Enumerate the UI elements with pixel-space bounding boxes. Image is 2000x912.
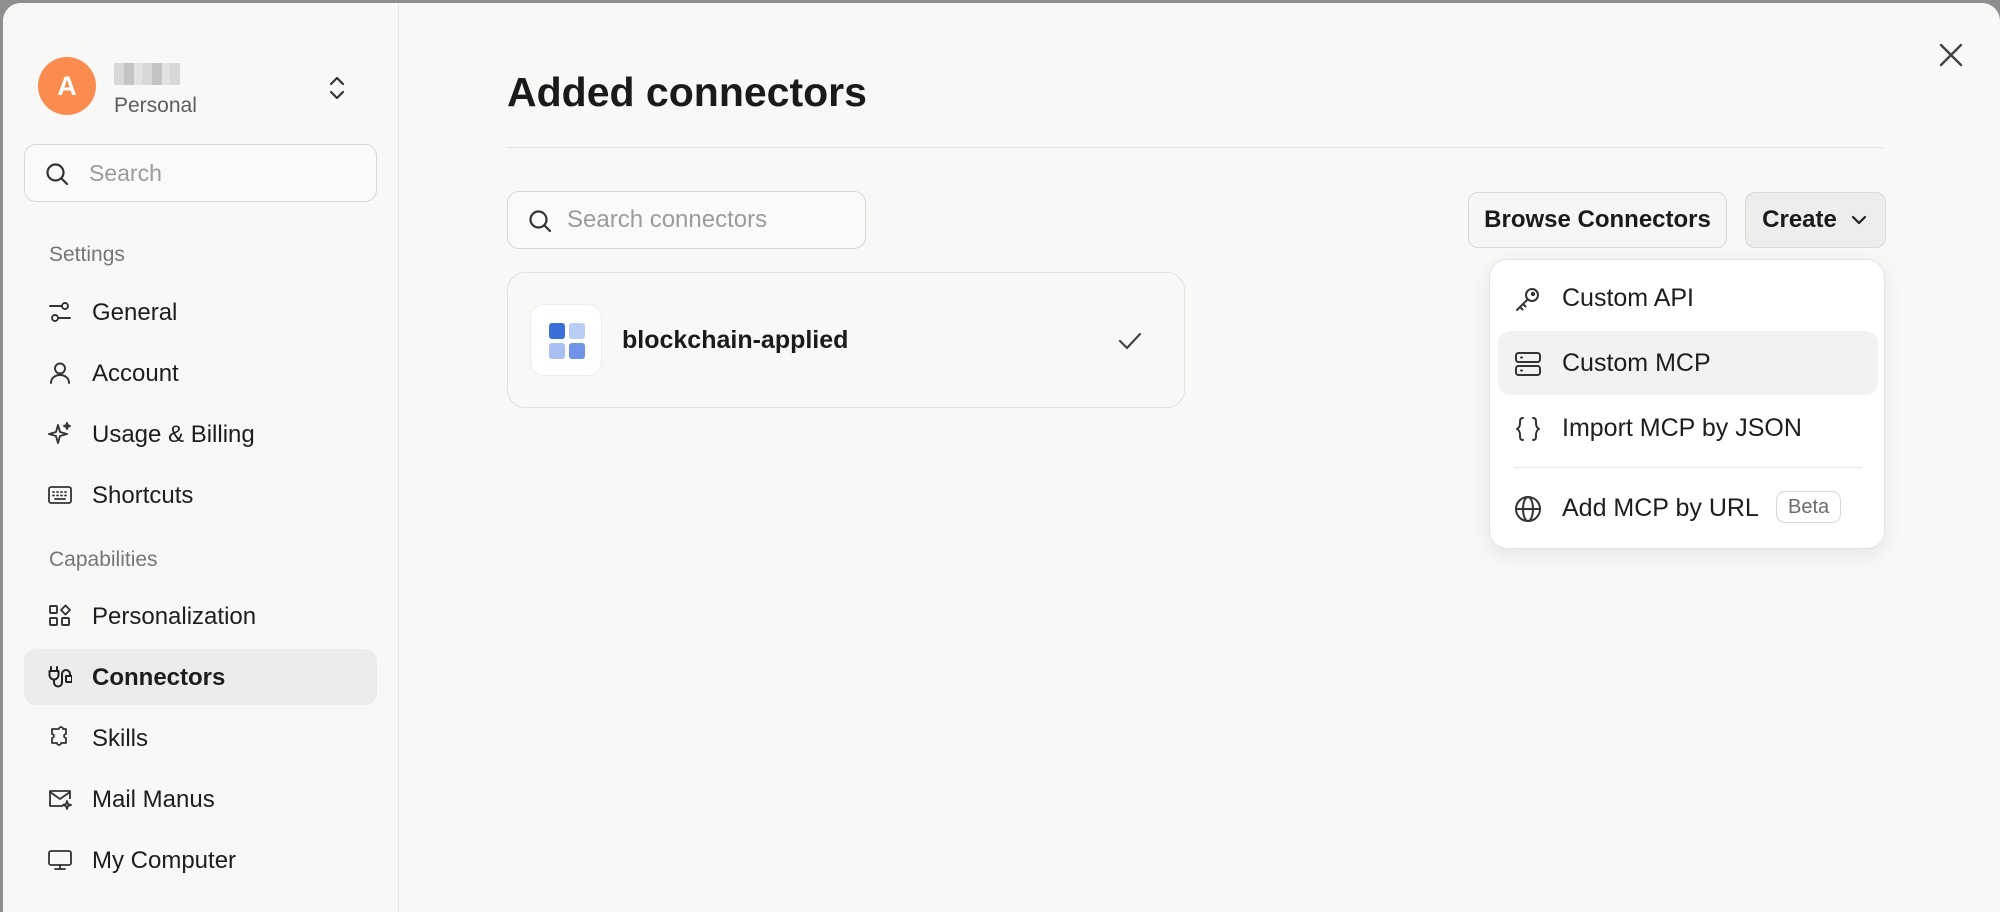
connector-logo <box>530 304 602 376</box>
create-button[interactable]: Create <box>1745 192 1886 248</box>
sidebar-item-usage-billing[interactable]: Usage & Billing <box>24 406 377 462</box>
puzzle-icon <box>51 726 67 746</box>
menu-item-label: Custom MCP <box>1562 349 1711 377</box>
browse-connectors-button[interactable]: Browse Connectors <box>1468 192 1727 248</box>
sidebar-item-connectors[interactable]: Connectors <box>24 649 377 705</box>
connector-card[interactable]: blockchain-applied <box>507 272 1185 408</box>
braces-icon <box>1516 417 1540 441</box>
sidebar-item-label: Skills <box>92 725 149 752</box>
sliders-icon <box>49 302 71 322</box>
sidebar-item-label: Mail Manus <box>92 786 215 813</box>
avatar: A <box>38 57 96 115</box>
sidebar-item-my-computer[interactable]: My Computer <box>24 832 377 888</box>
sidebar-item-label: Personalization <box>92 603 257 630</box>
section-label-capabilities: Capabilities <box>49 548 158 571</box>
section-label-settings: Settings <box>49 243 125 266</box>
menu-item-label: Add MCP by URL <box>1562 494 1759 522</box>
server-icon <box>1515 352 1541 376</box>
sidebar-item-mail-manus[interactable]: Mail Manus <box>24 771 377 827</box>
sidebar-search[interactable] <box>24 144 377 202</box>
create-dropdown-menu: Custom API Custom MCP Import MCP by JSON… <box>1489 259 1885 549</box>
page-title: Added connectors <box>507 69 867 115</box>
chevron-up-down-icon[interactable] <box>325 73 349 103</box>
monitor-icon <box>48 850 72 870</box>
sidebar: A Personal Settings General Account Usag… <box>3 3 399 912</box>
title-divider <box>507 147 1883 148</box>
close-icon[interactable] <box>1937 41 1965 69</box>
globe-icon <box>1515 496 1541 522</box>
menu-item-import-mcp-json[interactable]: Import MCP by JSON <box>1498 396 1878 460</box>
sidebar-item-shortcuts[interactable]: Shortcuts <box>24 467 377 523</box>
chevron-down-icon <box>1851 215 1866 225</box>
sidebar-item-general[interactable]: General <box>24 284 377 340</box>
sidebar-item-label: Account <box>92 360 179 387</box>
blocks-logo-icon <box>549 323 585 359</box>
plug-icon <box>48 666 72 688</box>
sidebar-item-account[interactable]: Account <box>24 345 377 401</box>
user-icon <box>50 362 70 384</box>
connector-search-input[interactable] <box>567 202 847 238</box>
menu-item-custom-mcp[interactable]: Custom MCP <box>1498 331 1878 395</box>
search-icon <box>529 210 552 233</box>
menu-item-add-mcp-url[interactable]: Add MCP by URL Beta <box>1498 476 1878 540</box>
user-name-redacted <box>114 63 180 85</box>
user-plan: Personal <box>114 94 197 117</box>
settings-modal: A Personal Settings General Account Usag… <box>3 3 2000 912</box>
sidebar-item-label: My Computer <box>92 847 237 874</box>
check-icon <box>1118 332 1142 350</box>
beta-badge: Beta <box>1776 491 1842 523</box>
sidebar-item-label: Usage & Billing <box>92 421 255 448</box>
connector-name: blockchain-applied <box>622 326 849 354</box>
search-input[interactable] <box>89 155 359 191</box>
menu-item-label: Custom API <box>1562 284 1694 312</box>
menu-item-custom-api[interactable]: Custom API <box>1498 266 1878 330</box>
sidebar-item-personalization[interactable]: Personalization <box>24 588 377 644</box>
sidebar-item-skills[interactable]: Skills <box>24 710 377 766</box>
profile-switcher[interactable]: A <box>38 57 368 121</box>
connector-search[interactable] <box>507 191 866 249</box>
menu-item-label: Import MCP by JSON <box>1562 414 1802 442</box>
create-button-label: Create <box>1762 206 1837 233</box>
search-icon <box>46 163 69 186</box>
menu-divider <box>1514 467 1862 468</box>
sidebar-item-label: General <box>92 299 178 326</box>
sidebar-item-label: Shortcuts <box>92 482 194 509</box>
grid-icon <box>49 604 71 626</box>
keyboard-icon <box>48 486 72 504</box>
sparkle-icon <box>48 422 71 444</box>
mail-icon <box>49 790 72 810</box>
sidebar-item-label: Connectors <box>92 664 226 691</box>
key-icon <box>1516 288 1539 311</box>
